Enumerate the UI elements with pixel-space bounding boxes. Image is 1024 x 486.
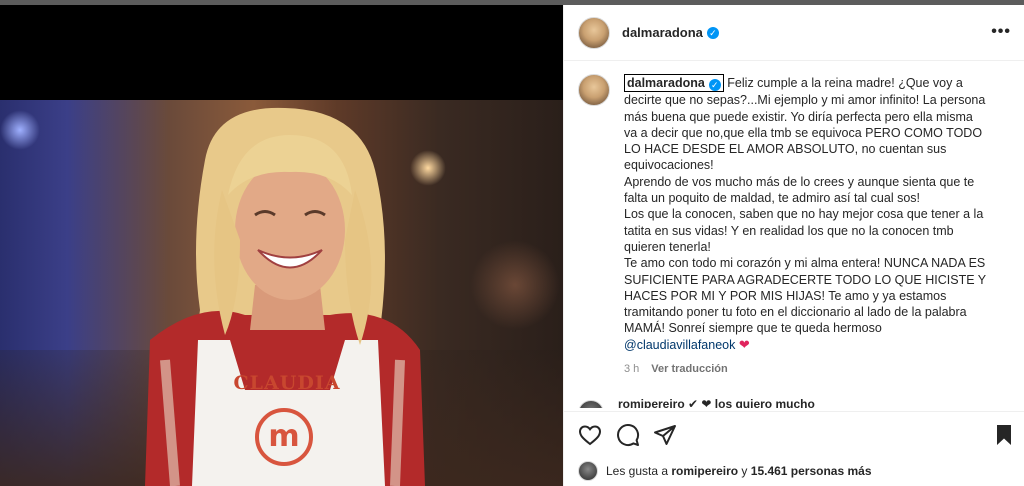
- action-bar: [564, 411, 1024, 455]
- caption-avatar[interactable]: [578, 74, 610, 106]
- apron-text: CLAUDIA: [233, 372, 341, 394]
- more-options-icon[interactable]: •••: [991, 23, 1011, 41]
- comment-icon[interactable]: [616, 423, 640, 447]
- comments-section[interactable]: dalmaradona ✓ Feliz cumple a la reina mad…: [564, 62, 1024, 408]
- verified-badge-icon: ✓: [706, 26, 719, 39]
- post-media[interactable]: CLAUDIA m: [0, 5, 563, 486]
- caption-body: dalmaradona ✓ Feliz cumple a la reina mad…: [624, 74, 1008, 377]
- caption-meta: 3 h Ver traducción: [624, 361, 1008, 377]
- caption-line: decirte que no sepas?...Mi ejemplo y mi …: [624, 93, 986, 108]
- post-header: dalmaradona ✓ •••: [564, 5, 1024, 61]
- heart-emoji: ❤: [738, 336, 750, 352]
- post-time[interactable]: 3 h: [624, 361, 639, 377]
- comment-avatar[interactable]: [578, 400, 604, 408]
- caption-line: Feliz cumple a la reina madre! ¿Que voy …: [727, 76, 963, 90]
- caption-mention-line: @claudiavillafaneok ❤: [624, 337, 1008, 353]
- caption-line: tatita en sus vidas! Y en realidad los q…: [624, 223, 954, 238]
- post-photo: CLAUDIA m: [0, 100, 563, 486]
- bookmark-icon[interactable]: [992, 423, 1016, 447]
- caption-line: Te amo con todo mi corazón y mi alma ent…: [624, 256, 986, 271]
- caption-line: Aprendo de vos mucho más de lo crees y a…: [624, 174, 975, 189]
- caption-line: quieren tenerla!: [624, 239, 711, 254]
- liker-avatar[interactable]: [578, 461, 598, 481]
- caption-line: HACES POR MI Y POR MIS HIJAS! Te amo y y…: [624, 288, 947, 303]
- caption-line: SUFICIENTE PARA AGRADECERTE TODO LO QUE …: [624, 272, 987, 287]
- comment-item: romipereiro ✔ ❤ los quiero mucho: [578, 397, 815, 408]
- post-panel: dalmaradona ✓ ••• dalmaradona ✓ Feliz cum…: [563, 5, 1024, 486]
- caption-line: falta un poquito de maldad, te admiro as…: [624, 191, 921, 206]
- verified-badge-icon: ✓: [708, 79, 721, 91]
- masterchef-logo-icon: m: [255, 408, 313, 466]
- caption-line: equivocaciones!: [624, 158, 714, 173]
- caption-line: tramitando poner tu foto en el diccionar…: [624, 305, 967, 320]
- likes-text: Les gusta a romipereiro y 15.461 persona…: [606, 464, 872, 478]
- caption-line: Los que la conocen, saben que no hay mej…: [624, 207, 984, 222]
- caption-line: más buena que puede existir. Yo diría pe…: [624, 109, 973, 124]
- comment-text: romipereiro ✔ ❤ los quiero mucho: [618, 397, 815, 408]
- caption: dalmaradona ✓ Feliz cumple a la reina mad…: [578, 74, 1008, 377]
- likes-count[interactable]: 15.461 personas más: [751, 464, 872, 478]
- caption-username[interactable]: dalmaradona ✓: [624, 74, 724, 93]
- caption-line: LO HACE DESDE EL AMOR ABSOLUTO, no cuent…: [624, 142, 947, 157]
- share-icon[interactable]: [653, 423, 677, 447]
- translate-button[interactable]: Ver traducción: [651, 361, 727, 377]
- caption-line: MAMÁ! Sonreí siempre que te queda hermos…: [624, 321, 882, 336]
- author-avatar[interactable]: [578, 16, 610, 49]
- likes-summary: Les gusta a romipereiro y 15.461 persona…: [578, 461, 872, 481]
- caption-line: va a decir que no,que ella tmb se equivo…: [624, 125, 983, 140]
- heart-outline-icon[interactable]: [578, 423, 602, 447]
- liker-username[interactable]: romipereiro: [671, 464, 738, 478]
- author-username[interactable]: dalmaradona: [622, 25, 703, 40]
- mention-link[interactable]: @claudiavillafaneok: [624, 338, 735, 352]
